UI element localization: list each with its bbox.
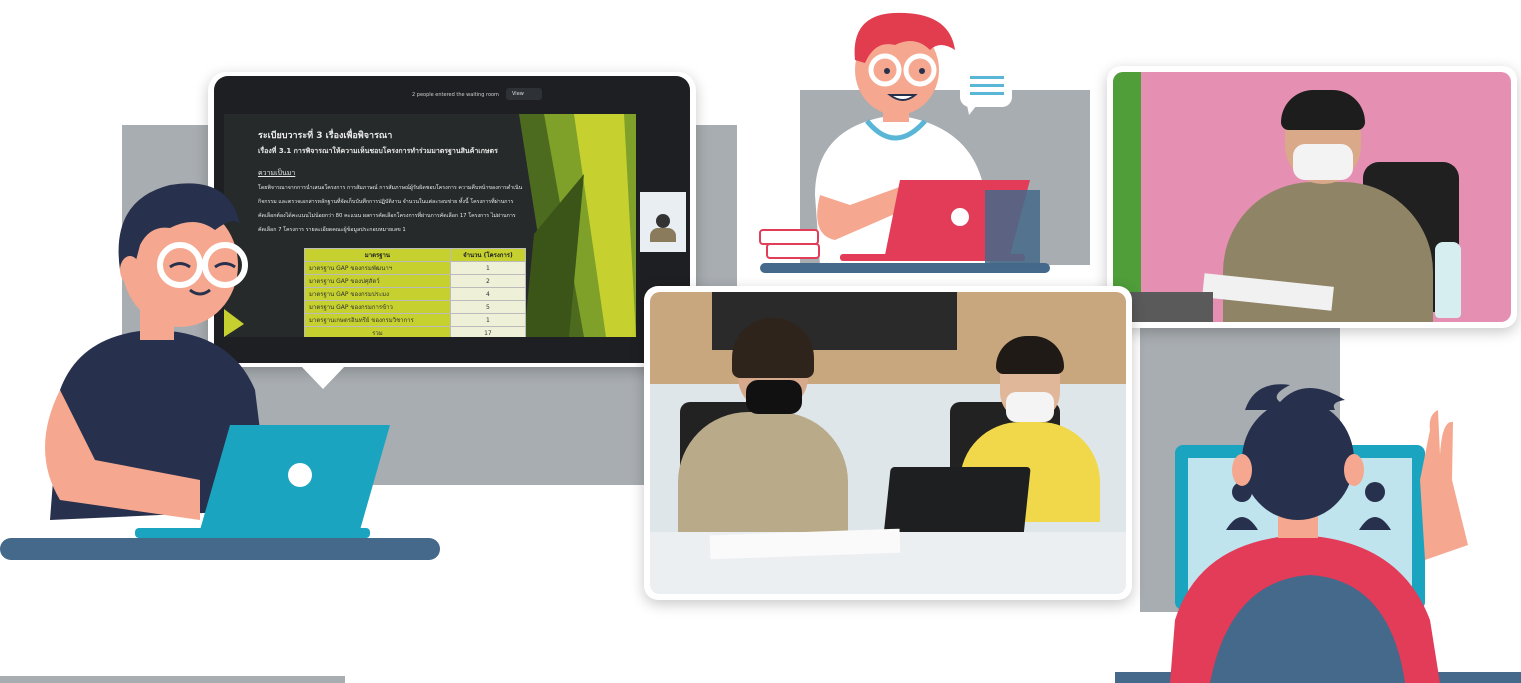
character-right-illustration — [1170, 384, 1468, 683]
character-left-illustration — [0, 183, 440, 560]
table-cell: 1 — [449, 261, 527, 275]
chat-bubble-icon — [960, 65, 1012, 115]
photo-officials-meeting — [644, 286, 1132, 600]
table-cell: 1 — [449, 313, 527, 327]
photo-face-mask — [746, 380, 802, 414]
thumbnail-person — [656, 214, 670, 228]
zoom-view-label: View — [512, 91, 524, 97]
table-header: จำนวน (โครงการ) — [449, 248, 527, 262]
photo-face-mask — [1006, 392, 1054, 422]
character-top-middle-illustration — [759, 12, 1050, 273]
zoom-view-button[interactable]: View — [506, 88, 542, 100]
thumbnail-body — [650, 228, 676, 242]
bg-panel-bottom-left — [0, 676, 345, 683]
photo-background — [650, 292, 1126, 594]
table-cell: 4 — [449, 287, 527, 301]
photo-person-left-body — [678, 412, 848, 532]
photo-background — [1113, 72, 1511, 322]
photo-water-bottle — [1435, 242, 1461, 318]
photo-face-mask — [1293, 144, 1353, 180]
table-total-value: 17 — [449, 326, 527, 337]
photo-green-wall — [1113, 72, 1141, 322]
table-cell: 2 — [449, 274, 527, 288]
participant-thumbnail[interactable] — [640, 192, 686, 252]
slide-title: ระเบียบวาระที่ 3 เรื่องเพื่อพิจารณา — [258, 131, 393, 141]
zoom-waiting-room-text: 2 people entered the waiting room — [412, 92, 499, 98]
slide-subtitle: เรื่องที่ 3.1 การพิจารณาให้ความเห็นชอบโค… — [258, 147, 498, 155]
table-cell: 5 — [449, 300, 527, 314]
photo-person-hair — [1281, 90, 1365, 130]
photo-official-pink-room — [1107, 66, 1517, 328]
